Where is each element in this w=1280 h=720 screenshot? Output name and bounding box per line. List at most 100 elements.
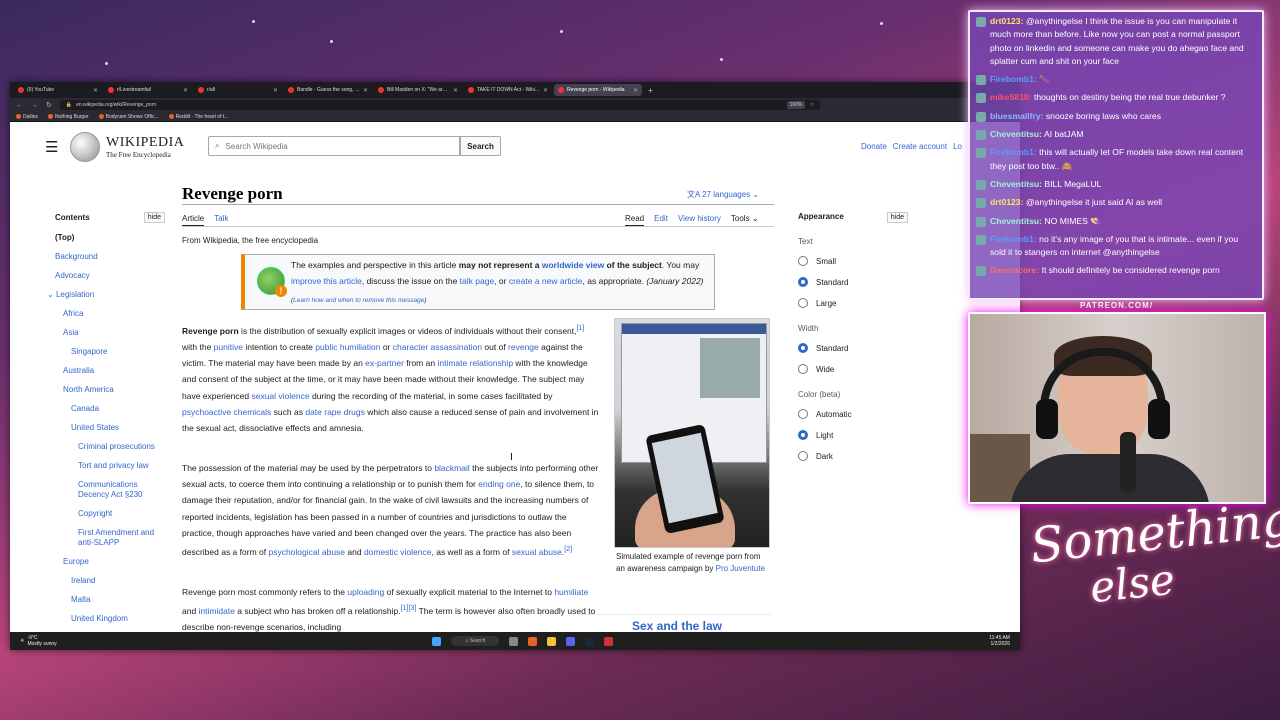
article-link[interactable]: blackmail [434, 463, 469, 473]
citation-link[interactable]: [2] [564, 545, 572, 553]
close-tab-icon[interactable]: ✕ [363, 87, 368, 94]
search-input[interactable]: ⌕ Search Wikipedia [208, 136, 460, 156]
explorer-icon[interactable] [547, 636, 557, 646]
bookmark-item[interactable]: Dailies [16, 114, 38, 120]
appearance-option[interactable]: Large [798, 298, 908, 308]
browser-tab[interactable]: Bill Madden on X: "We are now ✕ [374, 84, 462, 96]
chat-username[interactable]: drt0123: [990, 16, 1023, 26]
close-tab-icon[interactable]: ✕ [453, 87, 458, 94]
chat-username[interactable]: Cheventitsu: [990, 179, 1042, 189]
toc-item[interactable]: United States [55, 423, 165, 433]
chat-username[interactable]: Firebomb1: [990, 74, 1037, 84]
start-icon[interactable] [432, 636, 442, 646]
appearance-option[interactable]: Automatic [798, 409, 908, 419]
taskbar-search[interactable]: ⌕ Search [451, 636, 500, 646]
citation-link[interactable]: [1][3] [401, 604, 417, 612]
article-link[interactable]: ending one [478, 479, 520, 489]
tab-edit[interactable]: Edit [654, 214, 668, 226]
create-account-link[interactable]: Create account [893, 142, 947, 151]
bookmark-item[interactable]: Reddit - The heart of t... [168, 114, 228, 120]
chat-username[interactable]: mike5818: [990, 92, 1032, 102]
radio-button[interactable] [798, 430, 808, 440]
talk-page-link[interactable]: talk page [460, 276, 495, 286]
back-icon[interactable]: ← [16, 102, 23, 109]
chat-username[interactable]: Daemacore: [990, 265, 1039, 275]
toc-item[interactable]: Copyright [55, 509, 165, 519]
toc-item[interactable]: (Top) [55, 233, 165, 243]
tab-read[interactable]: Read [625, 214, 645, 226]
article-link[interactable]: uploading [347, 587, 384, 597]
browser-icon[interactable] [528, 636, 538, 646]
article-link[interactable]: sexual violence [251, 391, 309, 401]
improve-article-link[interactable]: improve this article [291, 276, 362, 286]
browser-tab[interactable]: Revenge porn - Wikipedia ✕ [554, 84, 642, 96]
radio-button[interactable] [798, 298, 808, 308]
browser-tab[interactable]: r/Livestreamfail ✕ [104, 84, 192, 96]
appearance-option[interactable]: Small [798, 256, 908, 266]
article-link[interactable]: date rape drugs [305, 407, 365, 417]
chat-username[interactable]: Cheventitsu: [990, 216, 1042, 226]
tab-view-history[interactable]: View history [678, 214, 721, 226]
reload-icon[interactable]: ↻ [46, 101, 52, 109]
toc-item[interactable]: Tort and privacy law [55, 461, 165, 471]
close-tab-icon[interactable]: ✕ [183, 87, 188, 94]
toc-item[interactable]: United Kingdom [55, 614, 165, 624]
figure-image[interactable] [614, 318, 770, 548]
discord-icon[interactable] [566, 636, 576, 646]
toc-item[interactable]: Europe [55, 557, 165, 567]
chat-username[interactable]: drt0123: [990, 197, 1023, 207]
main-menu-icon[interactable]: ☰ [45, 138, 58, 156]
radio-button[interactable] [798, 277, 808, 287]
chat-username[interactable]: Cheventitsu: [990, 129, 1042, 139]
close-tab-icon[interactable]: ✕ [273, 87, 278, 94]
appearance-option[interactable]: Wide [798, 364, 908, 374]
appearance-option[interactable]: Standard [798, 343, 908, 353]
radio-button[interactable] [798, 256, 808, 266]
toc-collapse-icon[interactable]: ⌄ [47, 290, 56, 299]
chat-username[interactable]: bluesmallfry: [990, 111, 1044, 121]
languages-button[interactable]: 文A 27 languages ⌄ [687, 189, 759, 200]
toc-hide-button[interactable]: hide [143, 212, 165, 223]
radio-button[interactable] [798, 451, 808, 461]
article-link[interactable]: psychological abuse [268, 547, 345, 557]
appearance-hide-button[interactable]: hide [886, 212, 908, 223]
toc-item[interactable]: Asia [55, 328, 165, 338]
article-link[interactable]: domestic violence [364, 547, 432, 557]
article-link[interactable]: ex-partner [365, 358, 404, 368]
toc-item[interactable]: Ireland [55, 576, 165, 586]
toc-item[interactable]: Communications Decency Act §230 [55, 480, 165, 500]
article-link[interactable]: sexual abuse [512, 547, 562, 557]
bookmark-item[interactable]: Nothing Burger [48, 114, 89, 120]
close-tab-icon[interactable]: ✕ [633, 87, 638, 94]
create-article-link[interactable]: create a new article [509, 276, 583, 286]
close-tab-icon[interactable]: ✕ [543, 87, 548, 94]
browser-tab[interactable]: Bandle - Guess the song, one in✕ [284, 84, 372, 96]
toc-item[interactable]: North America [55, 385, 165, 395]
toc-item[interactable]: Australia [55, 366, 165, 376]
tab-article[interactable]: Article [182, 214, 205, 226]
tools-dropdown[interactable]: Tools ⌄ [731, 214, 759, 226]
article-link[interactable]: intimidate [199, 606, 235, 616]
article-link[interactable]: humiliate [554, 587, 588, 597]
search-button[interactable]: Search [460, 136, 501, 156]
toc-item[interactable]: Criminal prosecutions [55, 442, 165, 452]
new-tab-button[interactable]: + [644, 86, 657, 95]
login-link[interactable]: Lo [953, 142, 962, 151]
worldwide-view-link[interactable]: worldwide view [542, 260, 604, 270]
toc-item[interactable]: Advocacy [55, 271, 165, 281]
toc-item[interactable]: ⌄ Legislation [47, 290, 165, 300]
appearance-option[interactable]: Light [798, 430, 908, 440]
donate-link[interactable]: Donate [861, 142, 887, 151]
tab-talk[interactable]: Talk [214, 214, 228, 226]
citation-link[interactable]: [1] [577, 324, 585, 332]
close-tab-icon[interactable]: ✕ [93, 87, 98, 94]
address-bar[interactable]: 🔒 en.wikipedia.org/wiki/Revenge_porn 160… [59, 100, 820, 110]
article-link[interactable]: revenge [508, 342, 539, 352]
browser-tab[interactable]: (9) YouTube ✕ [14, 84, 102, 96]
browser-tab[interactable]: r/all ✕ [194, 84, 282, 96]
article-link[interactable]: public humiliation [315, 342, 380, 352]
toc-item[interactable]: Canada [55, 404, 165, 414]
toc-item[interactable]: Background [55, 252, 165, 262]
bookmark-star-icon[interactable]: ☆ [809, 102, 813, 108]
obs-icon[interactable] [604, 636, 614, 646]
